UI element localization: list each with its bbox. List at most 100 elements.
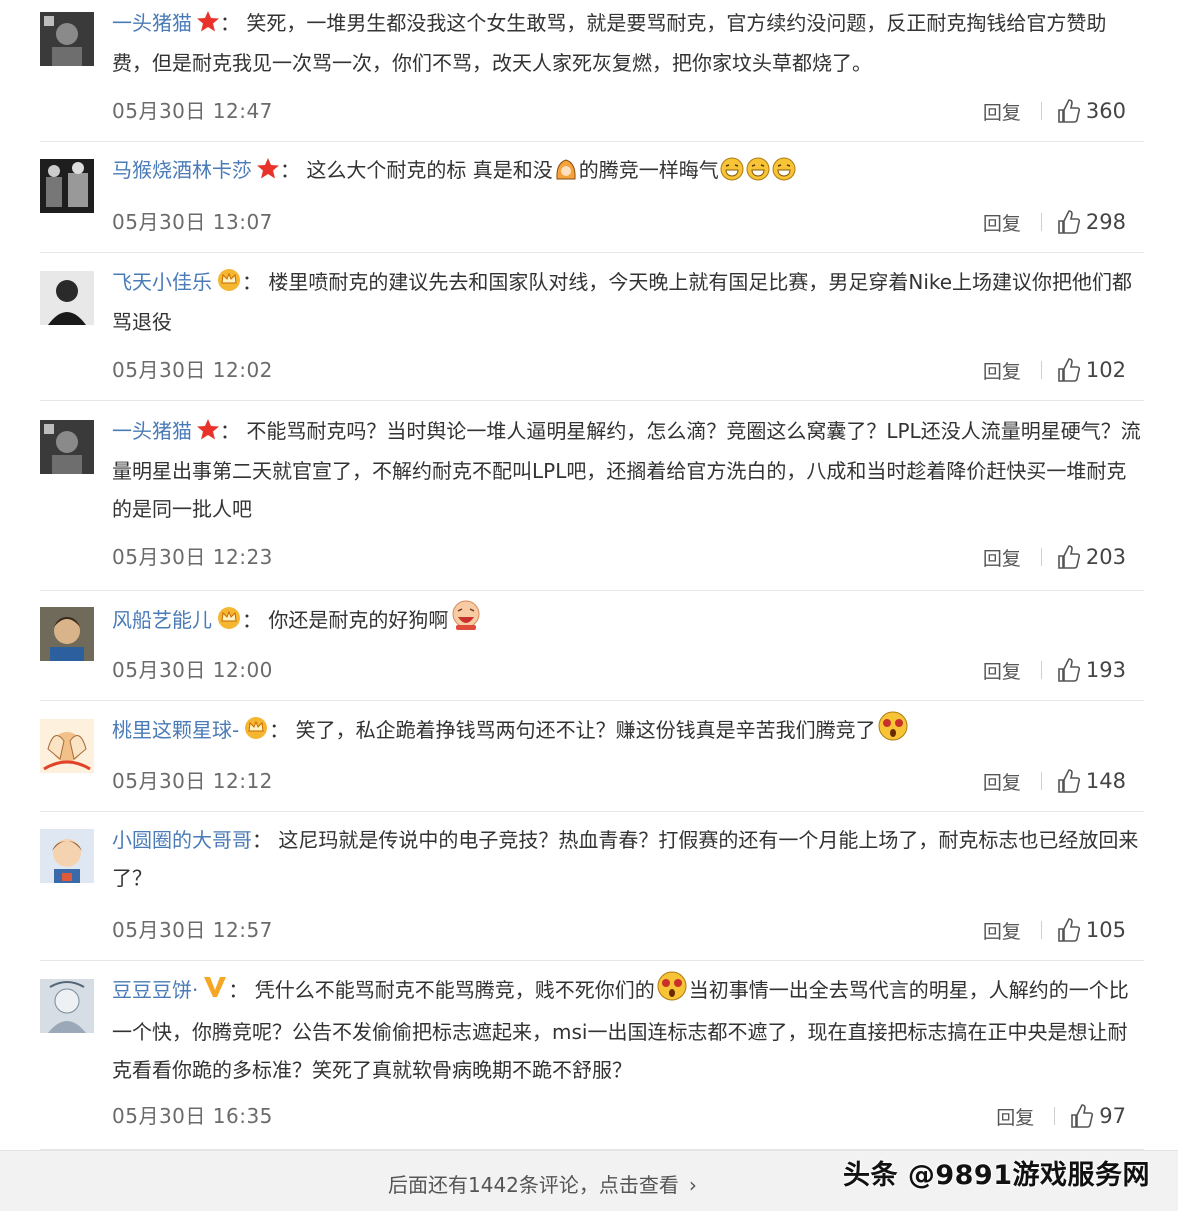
username-link[interactable]: 马猴烧酒林卡莎 [112, 158, 252, 182]
comment-item: 一头猪猫： 不能骂耐克吗？当时舆论一堆人逼明星解约，怎么滴？竞圈这么窝囊了？LP… [40, 419, 1144, 591]
comment-body: 马猴烧酒林卡莎 ： 这么大个耐克的标 真是和没 的腾竞一样晦气 05月30日 13:… [112, 157, 1144, 235]
comment-body: 一头猪猫： 笑死，一堆男生都没我这个女生敢骂，就是要骂耐克，官方续约没问题，反正… [112, 11, 1144, 124]
watermark: 头条 @9891游戏服务网 [842, 1160, 1150, 1191]
reply-button[interactable]: 回复 [983, 544, 1021, 571]
reply-button[interactable]: 回复 [983, 917, 1021, 944]
comment-content: ： 楼里喷耐克的建议先去和国家队对线，今天晚上就有国足比赛，男足穿着Nike上场… [112, 270, 1133, 334]
avatar[interactable] [40, 607, 94, 661]
comment-body: 豆豆豆饼·： 凭什么不能骂耐克不能骂腾竞，贱不死你们的 当初事情一出全去骂代言的明… [112, 971, 1144, 1129]
thumbs-up-icon [1058, 769, 1080, 793]
thumbs-up-icon [1058, 545, 1080, 569]
comment-content: ： 凭什么不能骂耐克不能骂腾竞，贱不死你们的 [228, 978, 655, 1002]
like-button[interactable]: 298 [1058, 210, 1126, 234]
laughing-baby-emoji-icon [449, 599, 483, 643]
reply-button[interactable]: 回复 [983, 768, 1021, 795]
comment-meta: 05月30日 13:07 回复 298 [112, 207, 1144, 237]
like-button[interactable]: 203 [1058, 545, 1126, 569]
comment-text: 一头猪猫： 笑死，一堆男生都没我这个女生敢骂，就是要骂耐克，官方续约没问题，反正… [112, 4, 1144, 82]
vip-v-badge-icon [202, 973, 228, 1011]
like-count: 360 [1085, 99, 1126, 123]
comment-actions: 回复 193 [983, 655, 1126, 685]
comment-item: 飞天小佳乐： 楼里喷耐克的建议先去和国家队对线，今天晚上就有国足比赛，男足穿着N… [40, 269, 1144, 401]
like-button[interactable]: 105 [1058, 918, 1126, 942]
shocked-emoji-icon [656, 971, 688, 1013]
username-link[interactable]: 小圆圈的大哥哥 [112, 828, 252, 852]
like-count: 97 [1099, 1104, 1126, 1128]
like-count: 193 [1085, 658, 1126, 682]
username-link[interactable]: 风船艺能儿 [112, 608, 212, 632]
like-button[interactable]: 97 [1071, 1104, 1126, 1128]
thumbs-up-icon [1058, 358, 1080, 382]
avatar[interactable] [40, 271, 94, 325]
like-button[interactable]: 148 [1058, 769, 1126, 793]
comment-content: ： 笑死，一堆男生都没我这个女生敢骂，就是要骂耐克，官方续约没问题，反正耐克掏钱… [112, 11, 1107, 75]
reply-button[interactable]: 回复 [996, 1103, 1034, 1130]
divider [1040, 772, 1042, 790]
star-badge-icon [256, 153, 280, 191]
thumbs-up-icon [1071, 1104, 1094, 1128]
comment-meta: 05月30日 12:00 回复 193 [112, 655, 1144, 685]
comment-body: 桃里这颗星球- ： 笑了，私企跪着挣钱骂两句还不让？赚这份钱真是辛苦我们腾竞了 0… [112, 711, 1144, 794]
avatar[interactable] [40, 979, 94, 1033]
comment-item: 豆豆豆饼·： 凭什么不能骂耐克不能骂腾竞，贱不死你们的 当初事情一出全去骂代言的明… [40, 971, 1144, 1150]
like-button[interactable]: 193 [1058, 658, 1126, 682]
reply-button[interactable]: 回复 [983, 98, 1021, 125]
reply-button[interactable]: 回复 [983, 209, 1021, 236]
thumbs-up-icon [1058, 99, 1080, 123]
divider [1040, 361, 1042, 379]
divider [1054, 1107, 1056, 1125]
comment-body: 一头猪猫： 不能骂耐克吗？当时舆论一堆人逼明星解约，怎么滴？竞圈这么窝囊了？LP… [112, 419, 1144, 570]
divider [1040, 921, 1042, 939]
face-emoji-icon [554, 155, 578, 193]
reply-button[interactable]: 回复 [983, 357, 1021, 384]
like-button[interactable]: 102 [1058, 358, 1126, 382]
avatar[interactable] [40, 420, 94, 474]
comment-actions: 回复 360 [983, 96, 1126, 126]
username-link[interactable]: 一头猪猫 [112, 11, 192, 35]
comment-content: ： 不能骂耐克吗？当时舆论一堆人逼明星解约，怎么滴？竞圈这么窝囊了？LPL还没人… [112, 419, 1141, 521]
username-link[interactable]: 桃里这颗星球- [112, 718, 239, 742]
comment-text: 桃里这颗星球- ： 笑了，私企跪着挣钱骂两句还不让？赚这份钱真是辛苦我们腾竞了 [112, 711, 1144, 753]
avatar[interactable] [40, 12, 94, 66]
view-more-comments-link[interactable]: 后面还有1442条评论，点击查看 › [388, 1169, 697, 1198]
reply-button[interactable]: 回复 [983, 657, 1021, 684]
username-link[interactable]: 豆豆豆饼· [112, 978, 198, 1002]
comment-body: 飞天小佳乐： 楼里喷耐克的建议先去和国家队对线，今天晚上就有国足比赛，男足穿着N… [112, 269, 1144, 383]
grin-emoji-icon [746, 155, 770, 193]
comment-meta: 05月30日 16:35 回复 97 [112, 1101, 1144, 1131]
like-count: 298 [1085, 210, 1126, 234]
like-button[interactable]: 360 [1058, 99, 1126, 123]
grin-emoji-icon [772, 155, 796, 193]
comment-item: 马猴烧酒林卡莎 ： 这么大个耐克的标 真是和没 的腾竞一样晦气 05月30日 13:… [40, 157, 1144, 253]
username-link[interactable]: 飞天小佳乐 [112, 270, 212, 294]
crown-badge-icon [216, 265, 242, 303]
footer-bar: 后面还有1442条评论，点击查看 › 头条 @9891游戏服务网 [0, 1150, 1178, 1211]
comment-item: 桃里这颗星球- ： 笑了，私企跪着挣钱骂两句还不让？赚这份钱真是辛苦我们腾竞了 0… [40, 711, 1144, 812]
comment-text: 飞天小佳乐： 楼里喷耐克的建议先去和国家队对线，今天晚上就有国足比赛，男足穿着N… [112, 263, 1144, 341]
username-link[interactable]: 一头猪猫 [112, 419, 192, 443]
divider [1040, 548, 1042, 566]
comment-content: ： 你还是耐克的好狗啊 [242, 608, 449, 632]
comment-time: 05月30日 12:23 [112, 545, 273, 569]
comment-actions: 回复 298 [983, 207, 1126, 237]
thumbs-up-icon [1058, 658, 1080, 682]
grin-emoji-icon [720, 155, 744, 193]
star-badge-icon [196, 414, 220, 452]
comment-actions: 回复 105 [983, 915, 1126, 945]
comment-text: 一头猪猫： 不能骂耐克吗？当时舆论一堆人逼明星解约，怎么滴？竞圈这么窝囊了？LP… [112, 412, 1144, 528]
avatar[interactable] [40, 719, 94, 773]
comment-content: ： 这么大个耐克的标 真是和没 [280, 158, 553, 182]
comment-actions: 回复 97 [996, 1101, 1126, 1131]
view-more-label: 后面还有1442条评论，点击查看 [388, 1173, 679, 1197]
avatar[interactable] [40, 829, 94, 883]
comment-content: ： 笑了，私企跪着挣钱骂两句还不让？赚这份钱真是辛苦我们腾竞了 [269, 718, 876, 742]
thumbs-up-icon [1058, 918, 1080, 942]
divider [1040, 661, 1042, 679]
avatar[interactable] [40, 159, 94, 213]
comment-actions: 回复 203 [983, 542, 1126, 572]
comment-time: 05月30日 12:12 [112, 769, 273, 793]
like-count: 102 [1085, 358, 1126, 382]
crown-badge-icon [216, 603, 242, 641]
comment-time: 05月30日 16:35 [112, 1104, 273, 1128]
comment-time: 05月30日 12:57 [112, 918, 273, 942]
